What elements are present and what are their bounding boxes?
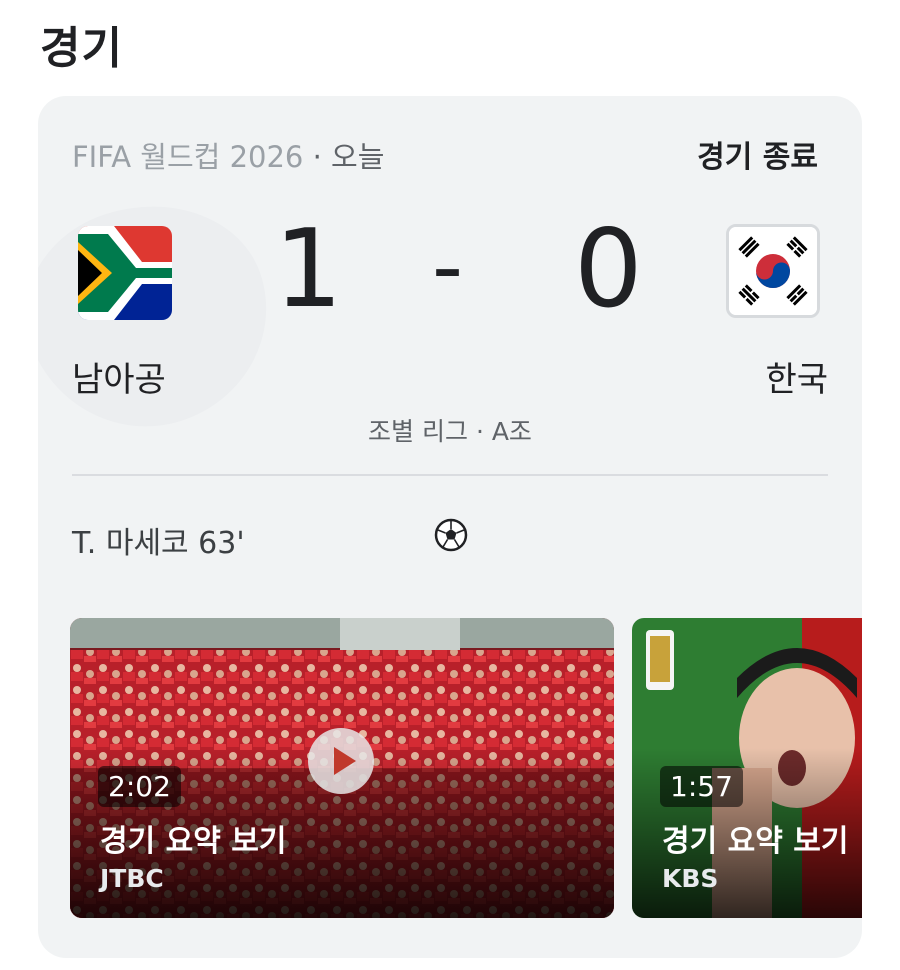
divider [72,474,828,476]
match-card[interactable]: FIFA 월드컵 2026 · 오늘 경기 종료 남아공 1 - 0 한국 조별… [38,96,862,958]
competition-name[interactable]: FIFA 월드컵 2026 [72,140,303,174]
home-score: 1 [274,207,343,332]
video-card[interactable]: 1:57 경기 요약 보기 KBS [632,618,862,918]
video-card[interactable]: 2:02 경기 요약 보기 JTBC [70,618,614,918]
video-source: KBS [662,864,719,893]
match-round: 조별 리그 · A조 [368,417,532,446]
video-title[interactable]: 경기 요약 보기 [662,816,849,860]
match-meta: FIFA 월드컵 2026 · 오늘 [72,134,384,176]
video-duration: 2:02 [98,766,181,807]
video-carousel[interactable]: 2:02 경기 요약 보기 JTBC 1:57 경기 요약 보기 KBS [70,618,862,918]
match-status: 경기 종료 [697,140,818,175]
score-separator: - [432,217,464,317]
video-duration: 1:57 [660,766,743,807]
south-africa-flag-icon[interactable] [78,226,172,320]
korea-flag-icon[interactable] [726,224,820,318]
section-title: 경기 [40,23,123,74]
match-date: 오늘 [331,140,385,174]
soccer-ball-icon [434,518,468,552]
video-source: JTBC [100,864,164,893]
away-score: 0 [574,207,643,332]
home-team-name[interactable]: 남아공 [72,352,166,401]
video-title[interactable]: 경기 요약 보기 [100,816,287,860]
play-icon[interactable] [308,728,374,794]
goal-scorer: T. 마세코 63' [72,526,245,561]
away-team-name[interactable]: 한국 [765,352,828,401]
meta-separator: · [303,140,332,174]
